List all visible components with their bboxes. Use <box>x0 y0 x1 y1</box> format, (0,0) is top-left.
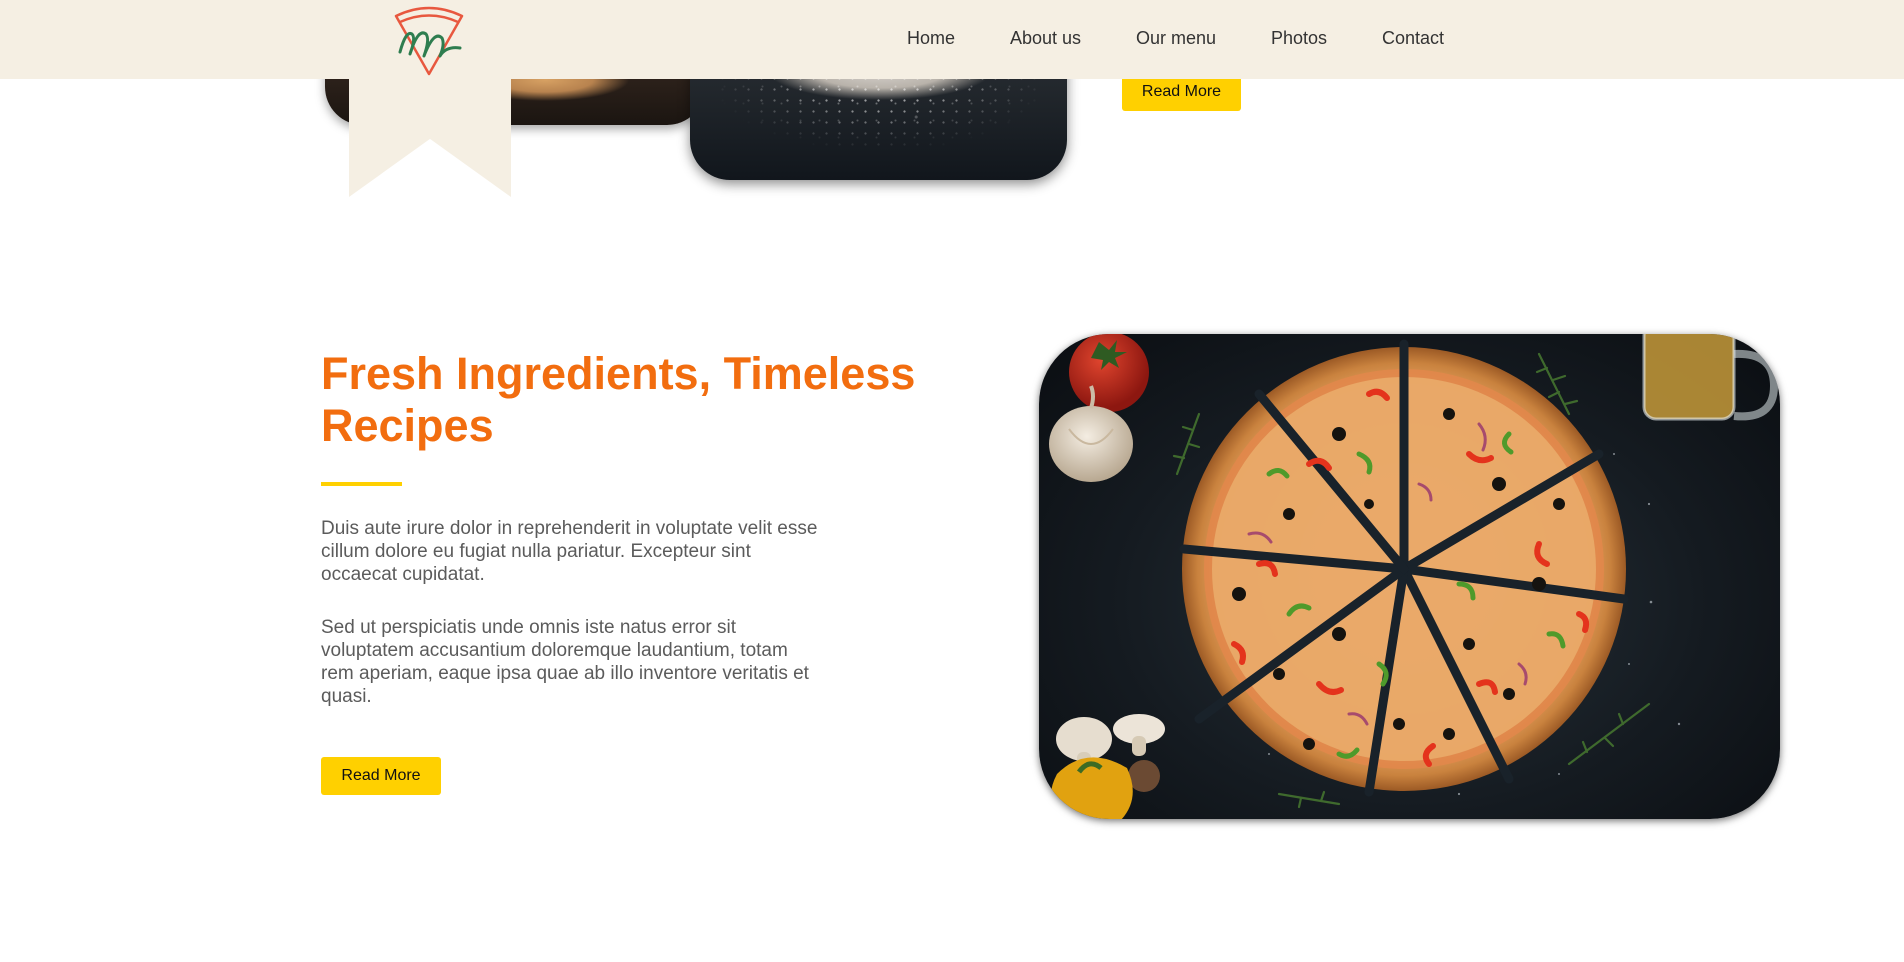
nav-our-menu[interactable]: Our menu <box>1136 28 1216 49</box>
nav-photos[interactable]: Photos <box>1271 28 1327 49</box>
nav-home[interactable]: Home <box>907 28 955 49</box>
title-underline <box>321 482 402 486</box>
main-nav: Home About us Our menu Photos Contact <box>0 0 1904 79</box>
section-title: Fresh Ingredients, Timeless Recipes <box>321 348 916 451</box>
nav-about-us[interactable]: About us <box>1010 28 1081 49</box>
section-paragraph-2: Sed ut perspiciatis unde omnis iste natu… <box>321 617 809 707</box>
section-paragraph-1: Duis aute irure dolor in reprehenderit i… <box>321 518 818 585</box>
read-more-button[interactable]: Read More <box>321 757 441 795</box>
nav-contact[interactable]: Contact <box>1382 28 1444 49</box>
pizza-photo <box>1039 334 1780 819</box>
